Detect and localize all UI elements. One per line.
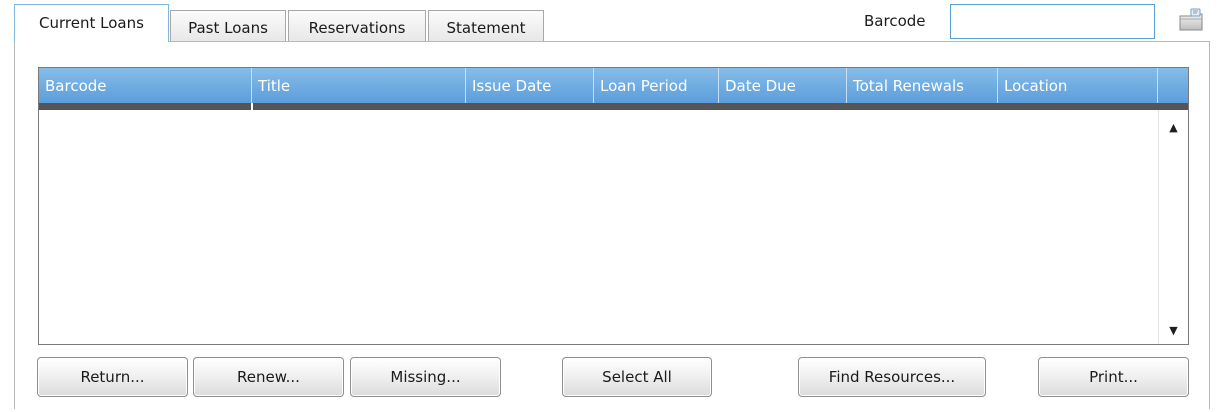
column-header-date-due[interactable]: Date Due [719, 68, 847, 103]
tab-past-loans[interactable]: Past Loans [170, 10, 286, 42]
tab-reservations[interactable]: Reservations [288, 10, 426, 42]
find-resources-button[interactable]: Find Resources... [798, 357, 986, 397]
lookup-icon-graphic [1179, 8, 1203, 31]
vertical-scrollbar[interactable]: ▲ ▼ [1158, 110, 1188, 344]
column-header-title[interactable]: Title [252, 68, 466, 103]
select-all-button[interactable]: Select All [562, 357, 712, 397]
column-header-loan-period[interactable]: Loan Period [594, 68, 719, 103]
missing-button[interactable]: Missing... [350, 357, 501, 397]
return-button[interactable]: Return... [37, 357, 188, 397]
renew-button[interactable]: Renew... [193, 357, 344, 397]
grid-body[interactable] [39, 110, 1188, 344]
scroll-down-arrow-icon[interactable]: ▼ [1159, 319, 1188, 341]
column-header-filler [1158, 68, 1188, 103]
column-header-barcode[interactable]: Barcode [39, 68, 252, 103]
print-button[interactable]: Print... [1038, 357, 1189, 397]
lookup-icon[interactable] [1177, 7, 1205, 33]
column-header-total-renewals[interactable]: Total Renewals [847, 68, 998, 103]
scroll-up-arrow-icon[interactable]: ▲ [1159, 116, 1188, 138]
loans-grid[interactable]: Barcode Title Issue Date Loan Period Dat… [38, 67, 1189, 345]
loans-window: Current Loans Past Loans Reservations St… [0, 0, 1218, 412]
column-splitter[interactable] [251, 103, 253, 110]
grid-header-divider [39, 103, 1188, 110]
column-header-location[interactable]: Location [998, 68, 1158, 103]
barcode-input[interactable] [950, 4, 1155, 39]
grid-header: Barcode Title Issue Date Loan Period Dat… [39, 68, 1188, 103]
tab-statement[interactable]: Statement [428, 10, 544, 42]
column-header-issue-date[interactable]: Issue Date [466, 68, 594, 103]
tab-current-loans[interactable]: Current Loans [14, 4, 169, 42]
barcode-label: Barcode [864, 12, 926, 30]
